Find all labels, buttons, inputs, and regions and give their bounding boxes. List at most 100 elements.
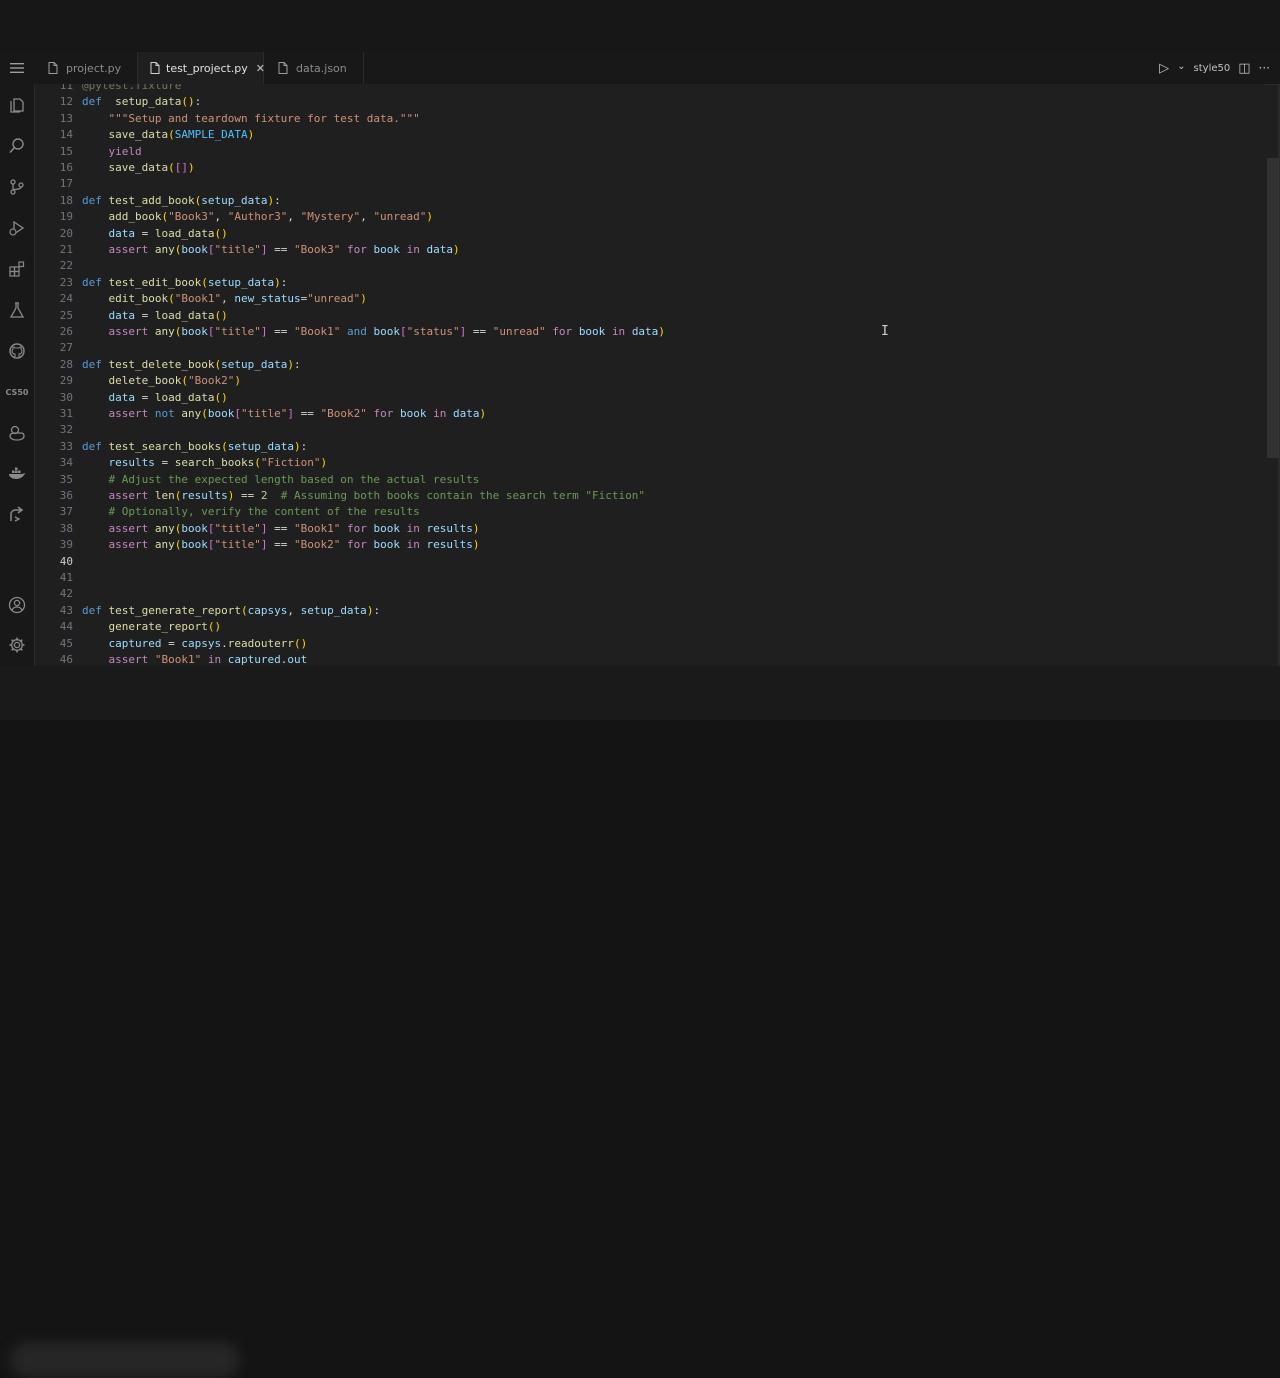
code-line[interactable]: 27 (35, 340, 1265, 356)
code-token: "unread" (373, 210, 427, 224)
code-token: def (82, 439, 102, 453)
run-icon[interactable]: ▷ (1159, 61, 1169, 76)
code-line[interactable]: 38 assert any(book["title"] == "Book1" f… (35, 521, 1265, 537)
code-line[interactable]: 24 edit_book("Book1", new_status="unread… (35, 291, 1265, 307)
ducky-icon[interactable] (0, 420, 34, 446)
line-number: 11 (59, 84, 73, 92)
code-line[interactable]: 17 (35, 176, 1265, 192)
testing-icon[interactable] (0, 297, 34, 323)
code-token: assert (108, 489, 149, 502)
code-line[interactable]: 29 delete_book("Book2") (35, 373, 1265, 389)
hamburger-menu-icon[interactable] (0, 52, 34, 84)
code-token: "Book1" (293, 521, 341, 535)
code-token: edit_book (108, 292, 169, 306)
code-line[interactable]: 13 """Setup and teardown fixture for tes… (35, 111, 1265, 127)
cs50-icon[interactable]: CS50 (0, 379, 34, 405)
code-token: == (267, 243, 294, 256)
code-line[interactable]: 28 def test_delete_book(setup_data): (35, 357, 1265, 373)
vertical-scrollbar[interactable] (1267, 158, 1279, 458)
code-token: "title" (214, 243, 261, 256)
github-icon[interactable] (0, 338, 34, 364)
line-number: 46 (59, 653, 73, 666)
line-number: 25 (59, 308, 73, 322)
code-token: ) (187, 161, 195, 174)
code-line[interactable]: 31 assert not any(book["title"] == "Book… (35, 406, 1265, 422)
tab-test-project-py[interactable]: test_project.py ✕ (138, 52, 265, 84)
code-line[interactable]: 37 # Optionally, verify the content of t… (35, 504, 1265, 520)
code-line[interactable]: 33 def test_search_books(setup_data): (35, 439, 1265, 455)
code-line[interactable]: 44 generate_report() (35, 619, 1265, 635)
code-token: ) (479, 407, 487, 420)
code-line[interactable]: 41 (35, 570, 1265, 586)
tab-project-py[interactable]: project.py (34, 52, 138, 84)
code-token: ) (452, 243, 460, 256)
search-icon[interactable] (0, 133, 34, 159)
code-line[interactable]: 22 (35, 258, 1265, 274)
code-line[interactable]: 12 def setup_data(): (35, 94, 1265, 110)
code-line[interactable]: 20 data = load_data() (35, 226, 1265, 242)
code-line[interactable]: 26 assert any(book["title"] == "Book1" a… (35, 324, 1265, 340)
extensions-icon[interactable] (0, 256, 34, 282)
code-line[interactable]: 21 assert any(book["title"] == "Book3" f… (35, 242, 1265, 258)
code-editor[interactable]: 11 @pytest.fixture 12 def setup_data(): 13 "… (35, 84, 1265, 666)
code-token: yield (108, 144, 142, 158)
code-line[interactable]: 19 add_book("Book3", "Author3", "Mystery… (35, 209, 1265, 225)
code-line[interactable]: 45 captured = capsys.readouterr() (35, 636, 1265, 652)
code-line[interactable]: 18 def test_add_book(setup_data): (35, 193, 1265, 209)
run-debug-icon[interactable] (0, 215, 34, 241)
code-line[interactable]: 16 save_data([]) (35, 160, 1265, 176)
code-token: book (373, 243, 400, 256)
code-token: assert (108, 243, 149, 256)
code-text: assert any(book["title"] == "Book3" for … (82, 242, 460, 258)
split-editor-icon[interactable]: ◫ (1238, 61, 1250, 76)
run-dropdown-icon[interactable]: ⌄ (1177, 61, 1185, 72)
code-line[interactable]: 34 results = search_books("Fiction") (35, 455, 1265, 471)
tab-data-json[interactable]: data.json (264, 52, 364, 84)
code-line[interactable]: 39 assert any(book["title"] == "Book2" f… (35, 537, 1265, 553)
files-icon[interactable] (0, 92, 34, 118)
code-line[interactable]: 35 # Adjust the expected length based on… (35, 472, 1265, 488)
account-icon[interactable] (0, 592, 34, 618)
code-line[interactable]: 40 (35, 554, 1265, 570)
remote-icon[interactable] (0, 502, 34, 528)
code-line[interactable]: 46 assert "Book1" in captured.out (35, 652, 1265, 666)
source-control-icon[interactable] (0, 174, 34, 200)
code-token: : (194, 95, 202, 109)
code-line[interactable]: 11 @pytest.fixture (35, 84, 1265, 94)
more-actions-icon[interactable]: ··· (1259, 61, 1270, 75)
code-token: test_edit_book (108, 275, 202, 289)
code-line[interactable]: 23 def test_edit_book(setup_data): (35, 275, 1265, 291)
code-token: book (399, 407, 427, 420)
code-token: """Setup and teardown fixture for test d… (108, 111, 420, 125)
code-line[interactable]: 32 (35, 422, 1265, 438)
code-token: "Mystery" (300, 210, 361, 224)
code-line[interactable]: 36 assert len(results) == 2 # Assuming b… (35, 488, 1265, 504)
docker-icon[interactable] (0, 461, 34, 487)
code-text: save_data([]) (82, 160, 195, 176)
code-token: "title" (214, 538, 261, 552)
code-text: delete_book("Book2") (82, 373, 241, 389)
code-token: ( (168, 292, 175, 306)
code-token: setup_data (115, 95, 182, 109)
code-token: : (373, 603, 381, 617)
code-token: , (287, 210, 301, 224)
code-line[interactable]: 42 (35, 586, 1265, 602)
code-token: book (373, 538, 400, 552)
code-line[interactable]: 30 data = load_data() (35, 390, 1265, 406)
code-line[interactable]: 43 def test_generate_report(capsys, setup… (35, 603, 1265, 619)
code-token: == (267, 538, 294, 552)
code-line[interactable]: 25 data = load_data() (35, 308, 1265, 324)
code-line[interactable]: 15 yield (35, 144, 1265, 160)
style50-button[interactable]: style50 (1194, 63, 1231, 74)
code-token: readouterr (227, 636, 294, 650)
file-icon (150, 61, 160, 75)
code-line[interactable]: 14 save_data(SAMPLE_DATA) (35, 127, 1265, 143)
gear-icon[interactable] (0, 632, 34, 658)
